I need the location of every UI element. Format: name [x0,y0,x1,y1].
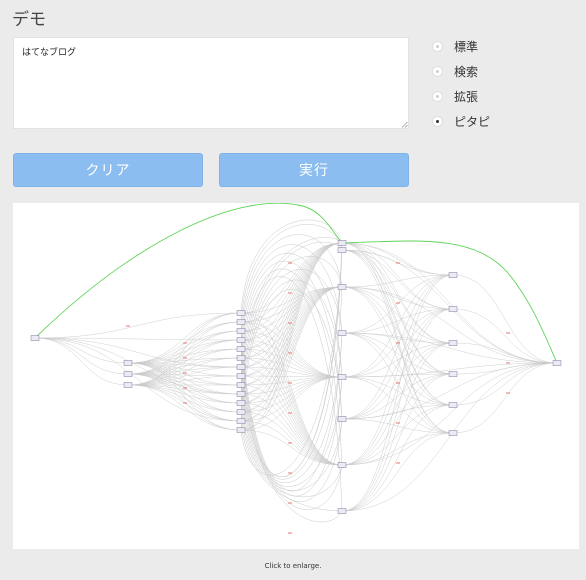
graph-node [236,319,246,325]
mode-radio-label: ピタピ [454,115,491,129]
graph-edge [341,308,454,334]
graph-node [337,330,347,336]
graph-node [236,310,246,316]
graph-edge [341,373,454,512]
enlarge-caption: Click to enlarge. [264,562,322,570]
graph-node [236,364,246,370]
graph-edge [341,286,558,364]
graph-node [236,391,246,397]
graph-edge [240,402,343,466]
graph-edge [240,376,343,431]
radio-dot-icon[interactable] [432,41,443,52]
graph-highlight-edge [34,203,343,339]
graph-edge [341,274,454,288]
graph-edge [34,337,129,375]
resize-grip-icon[interactable] [401,121,408,128]
graph-edge [127,373,242,422]
graph-node [236,355,246,361]
graph-node [123,360,133,366]
graph-edge [341,342,454,420]
graph-node [337,462,347,468]
graph-edge [341,332,454,375]
graph-edge [341,249,454,375]
mode-radio-pitapi[interactable]: ピタピ [432,109,490,134]
graph-node [236,328,246,334]
graph-edge [341,274,454,512]
mode-radio-extended[interactable]: 拡張 [432,84,490,109]
graph-edge [341,362,558,466]
lattice-graph [30,203,562,534]
graph-node [337,416,347,422]
graph-edge [341,249,454,276]
mode-radio-group: 標準 検索 拡張 ピタピ [432,34,490,134]
graph-node [448,402,458,408]
graph-node [236,337,246,343]
graph-node [123,371,133,377]
graph-edge [452,274,558,364]
graph-node [337,247,347,253]
graph-edge [341,274,454,466]
graph-node [236,400,246,406]
graph-node [448,371,458,377]
graph-node [236,427,246,433]
graph-edge [341,286,454,375]
graph-edge [341,242,454,310]
graph-edge [34,312,242,339]
run-button[interactable]: 実行 [219,153,409,187]
graph-edge [341,404,454,512]
graph-node [123,382,133,388]
graph-node [448,272,458,278]
graph-node [337,284,347,290]
graph-edge [341,342,454,512]
radio-dot-icon[interactable] [432,91,443,102]
graph-edge [127,348,242,364]
graph-node [236,346,246,352]
graph-edge [452,308,558,364]
graph-image[interactable] [13,203,579,549]
graph-edge [341,376,454,434]
graph-edge [127,339,242,375]
mode-radio-label: 検索 [454,65,479,79]
graph-node [448,340,458,346]
graph-node [337,374,347,380]
graph-edge [341,249,454,406]
graph-edge [127,384,242,413]
mode-radio-standard[interactable]: 標準 [432,34,490,59]
graph-edge [127,312,242,364]
graph-edge [240,242,343,323]
graph-edge [240,242,343,413]
mode-radio-label: 標準 [454,40,479,54]
clear-button[interactable]: クリア [13,153,203,187]
mode-radio-label: 拡張 [454,90,479,104]
graph-node [448,430,458,436]
graph-node [337,508,347,514]
text-input[interactable] [13,37,409,129]
graph-edge [341,432,454,512]
graph-edge [452,362,558,406]
graph-edge [341,332,454,406]
graph-node [30,335,40,341]
graph-node [552,360,562,366]
radio-dot-icon[interactable] [432,116,443,127]
mode-radio-search[interactable]: 検索 [432,59,490,84]
graph-node [448,306,458,312]
graph-node [236,382,246,388]
graph-edge [34,337,129,364]
radio-dot-icon[interactable] [432,66,443,77]
graph-edge [341,432,454,466]
graph-edge [341,308,454,466]
graph-node [236,373,246,379]
graph-edge [341,342,454,378]
graph-edge [341,249,454,344]
graph-node [236,418,246,424]
graph-node [236,409,246,415]
page-title: デモ [12,10,46,30]
graph-node [337,240,347,246]
